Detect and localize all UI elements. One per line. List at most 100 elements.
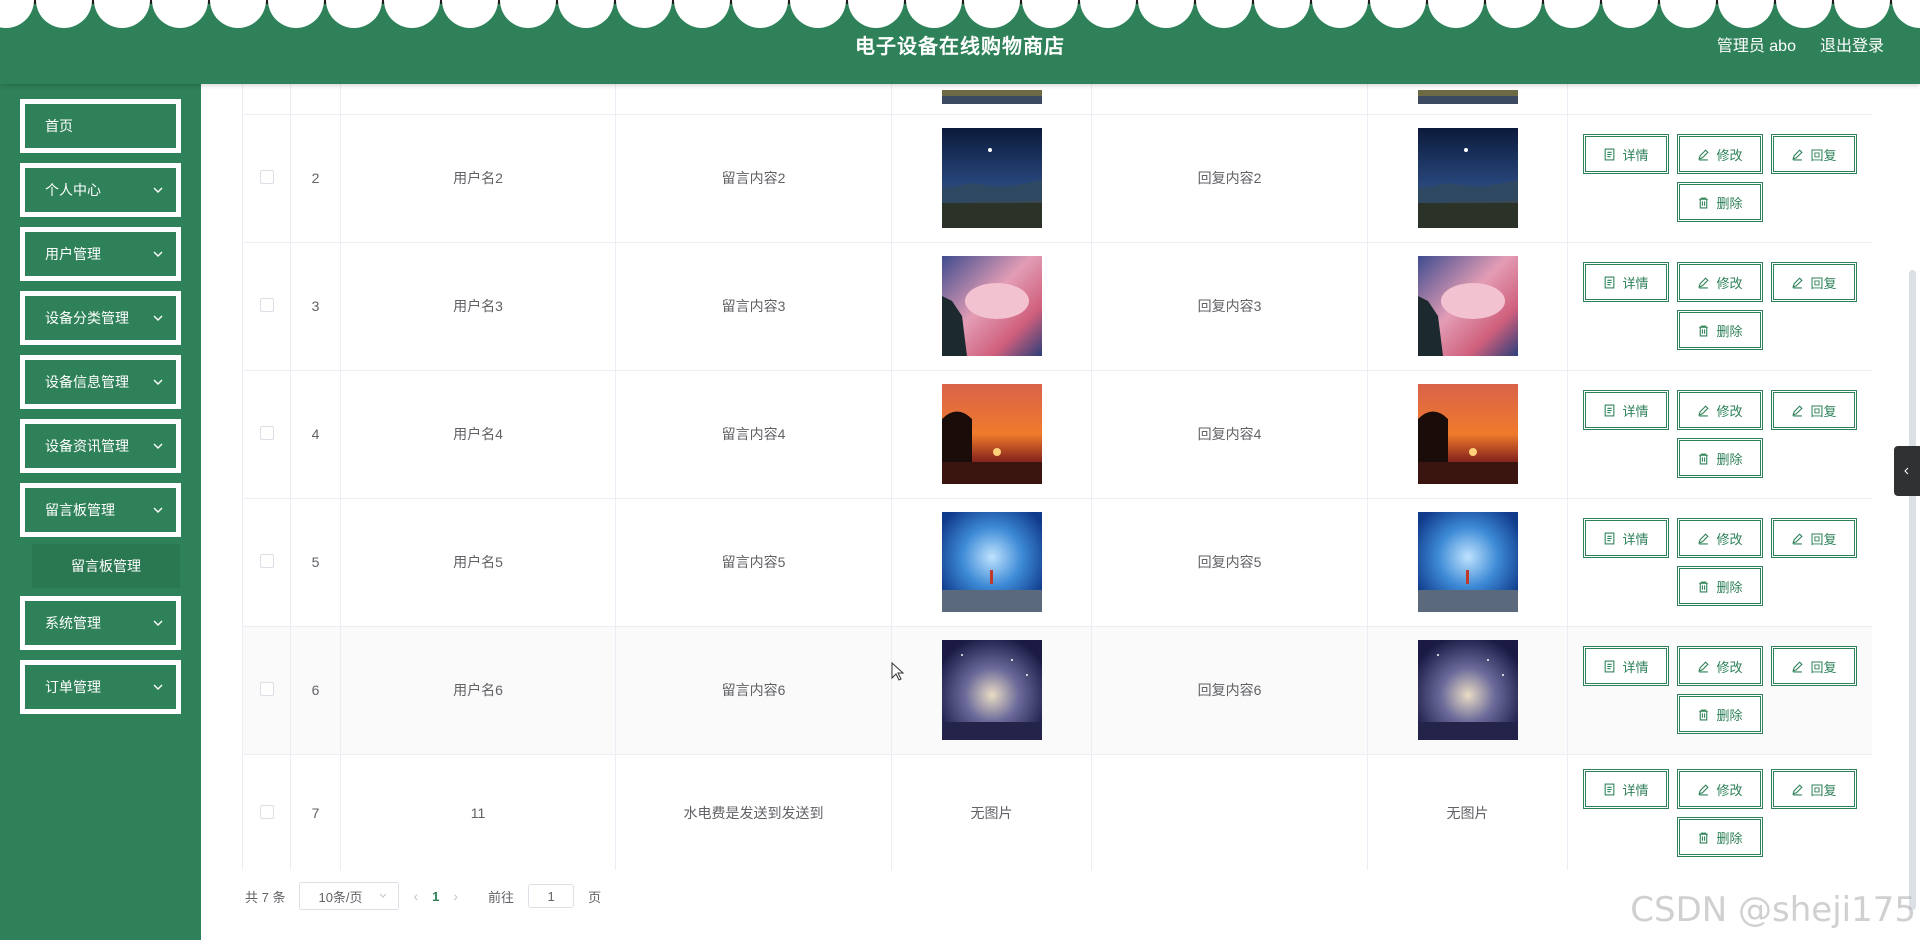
row-username: 用户名5 [340,498,616,627]
sidebar-item-label: 订单管理 [45,679,101,695]
detail-button[interactable]: 详情 [1583,262,1669,302]
scallop-shape [94,0,150,28]
pencil-icon [1698,783,1710,795]
pencil-icon [1792,783,1804,795]
detail-button[interactable]: 详情 [1583,646,1669,686]
row-actions: 详情 修改 回复 删除 [1577,262,1863,350]
goto-suffix: 页 [588,889,602,905]
edit-button[interactable]: 修改 [1677,262,1763,302]
delete-button[interactable]: 删除 [1677,817,1763,857]
vertical-scrollbar[interactable] [1909,270,1916,910]
row-checkbox[interactable] [259,553,274,568]
sidebar-item-device-info[interactable]: 设备信息管理 [20,355,181,409]
scallop-shape [906,0,962,28]
scallop-shape [790,0,846,28]
chevron-down-icon [153,443,163,449]
thumbnail-image [941,256,1042,356]
reply-label: 回复 [1810,147,1837,163]
reply-label: 回复 [1810,782,1837,798]
detail-label: 详情 [1622,147,1649,163]
sidebar-item-personal-center[interactable]: 个人中心 [20,163,181,217]
edit-label: 修改 [1716,147,1743,163]
page-number[interactable]: 1 [432,889,439,904]
delete-button[interactable]: 删除 [1677,694,1763,734]
sidebar-item-orders[interactable]: 订单管理 [20,660,181,714]
pencil-icon [1698,148,1710,160]
pencil-icon [1698,276,1710,288]
sidebar-item-home[interactable]: 首页 [20,99,181,153]
delete-button[interactable]: 删除 [1677,182,1763,222]
reply-button[interactable]: 回复 [1771,390,1857,430]
reply-label: 回复 [1810,531,1837,547]
reply-button[interactable]: 回复 [1771,646,1857,686]
chevron-left-icon [1904,467,1909,475]
side-panel-toggle[interactable] [1894,446,1920,496]
scallop-shape [1834,0,1890,28]
sidebar-item-label: 留言板管理 [45,502,115,518]
chevron-down-icon [153,507,163,513]
edit-button[interactable]: 修改 [1677,518,1763,558]
row-username: 11 [340,754,616,870]
table-row: 4 用户名4 留言内容4 回复内容4 详情 修改 回复 删除 [242,370,1872,499]
sidebar-item-label: 设备信息管理 [45,374,129,390]
delete-button[interactable]: 删除 [1677,438,1763,478]
document-icon [1605,404,1615,416]
sidebar-item-device-category[interactable]: 设备分类管理 [20,291,181,345]
scallop-shape [384,0,440,28]
document-icon [1605,783,1615,795]
row-message: 留言内容2 [615,114,892,243]
detail-button[interactable]: 详情 [1583,134,1669,174]
scallop-shape [0,0,34,28]
sidebar-item-message-board[interactable]: 留言板管理 [20,483,181,537]
next-page-button[interactable]: › [453,888,458,904]
table-row: 2 用户名2 留言内容2 回复内容2 详情 修改 回复 删除 [242,114,1872,243]
row-checkbox[interactable] [259,169,274,184]
logout-link[interactable]: 退出登录 [1820,32,1884,56]
scallop-shape [36,0,92,28]
row-checkbox[interactable] [259,804,274,819]
scallop-shape [326,0,382,28]
trash-icon [1699,197,1709,208]
edit-button[interactable]: 修改 [1677,769,1763,809]
scallop-shape [442,0,498,28]
row-message: 水电费是发送到发送到 [615,754,892,870]
reply-button[interactable]: 回复 [1771,262,1857,302]
reply-button[interactable]: 回复 [1771,134,1857,174]
scallop-shape [1776,0,1832,28]
reply-thumbnail-image [1417,384,1518,484]
row-actions: 详情 修改 回复 删除 [1577,518,1863,606]
sidebar-item-user-management[interactable]: 用户管理 [20,227,181,281]
prev-page-button[interactable]: ‹ [413,888,418,904]
reply-button[interactable]: 回复 [1771,518,1857,558]
goto-page-input[interactable] [528,884,575,908]
row-reply: 回复内容5 [1091,498,1368,627]
delete-button[interactable]: 删除 [1677,310,1763,350]
edit-button[interactable]: 修改 [1677,390,1763,430]
delete-label: 删除 [1716,195,1743,211]
row-checkbox[interactable] [259,297,274,312]
edit-button[interactable]: 修改 [1677,646,1763,686]
edit-button[interactable]: 修改 [1677,134,1763,174]
edit-label: 修改 [1716,782,1743,798]
thumbnail-image [941,512,1042,612]
reply-thumbnail-image [1417,640,1518,740]
detail-button[interactable]: 详情 [1583,390,1669,430]
page-size-select[interactable]: 10条/页 [299,882,400,910]
row-checkbox[interactable] [259,425,274,440]
chevron-down-icon [153,187,163,193]
edit-label: 修改 [1716,531,1743,547]
delete-button[interactable]: 删除 [1677,566,1763,606]
detail-button[interactable]: 详情 [1583,518,1669,558]
trash-icon [1699,709,1709,720]
sidebar-item-system[interactable]: 系统管理 [20,596,181,650]
edit-label: 修改 [1716,275,1743,291]
submenu-item-message-board[interactable]: 留言板管理 [32,544,180,588]
row-checkbox[interactable] [259,681,274,696]
detail-button[interactable]: 详情 [1583,769,1669,809]
row-reply [1091,754,1368,870]
thumbnail-image [1417,89,1518,104]
sidebar-item-device-news[interactable]: 设备资讯管理 [20,419,181,473]
reply-button[interactable]: 回复 [1771,769,1857,809]
sidebar-item-label: 设备资讯管理 [45,438,129,454]
trash-icon [1699,325,1709,336]
